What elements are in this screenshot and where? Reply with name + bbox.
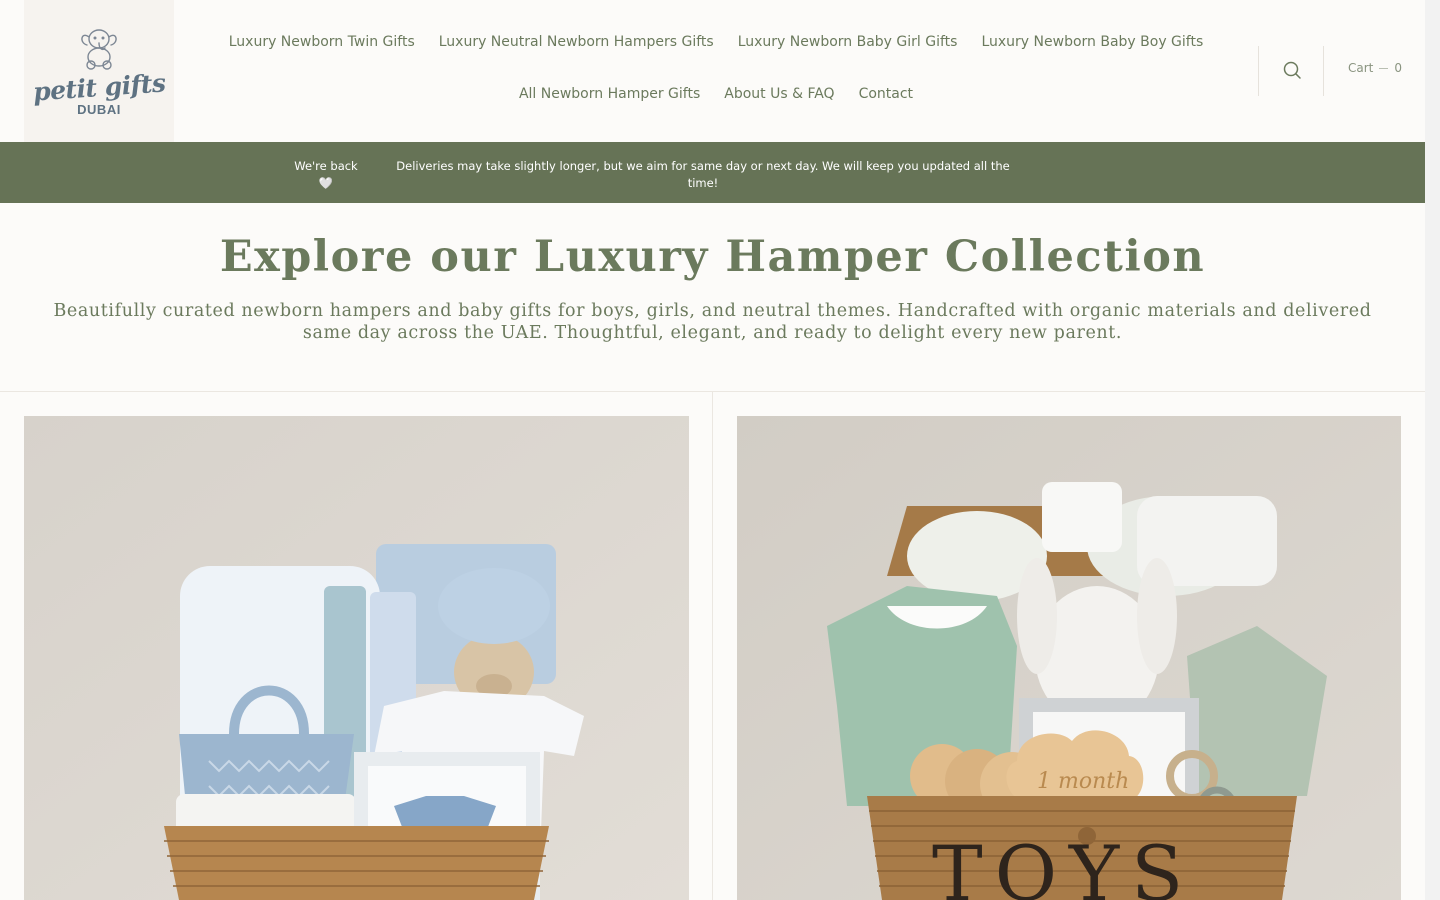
nav-item-twin-gifts[interactable]: Luxury Newborn Twin Gifts [229, 34, 415, 50]
page-scrollbar[interactable] [1425, 0, 1440, 900]
main-navigation: Luxury Newborn Twin Gifts Luxury Neutral… [216, 0, 1216, 142]
grid-divider [712, 391, 713, 900]
announcement-back: We're back 🤍 [286, 158, 366, 192]
cart-link[interactable]: Cart 0 [1348, 61, 1402, 75]
cart-label: Cart [1348, 61, 1374, 75]
page: petit gifts DUBAI Luxury Newborn Twin Gi… [0, 0, 1425, 900]
nav-row-secondary: All Newborn Hamper Gifts About Us & FAQ … [216, 86, 1216, 102]
cart-count: 0 [1394, 61, 1403, 75]
collection-description: Beautifully curated newborn hampers and … [53, 301, 1372, 343]
announcement-back-text: We're back [294, 159, 358, 173]
neutral-mint-hamper-image: 1 month TOYS [737, 416, 1401, 900]
nav-item-contact[interactable]: Contact [859, 86, 913, 102]
cart-separator [1379, 67, 1389, 69]
search-icon [1283, 61, 1301, 79]
basket-toys-lettering: TOYS [932, 829, 1195, 900]
site-header: petit gifts DUBAI Luxury Newborn Twin Gi… [0, 0, 1425, 142]
search-button[interactable] [1280, 58, 1304, 82]
nav-item-all-hampers[interactable]: All Newborn Hamper Gifts [519, 86, 700, 102]
collection-title: Explore our Luxury Hamper Collection [219, 232, 1206, 282]
product-card-neutral-hamper[interactable]: 1 month TOYS [737, 416, 1401, 900]
baby-elephant-icon [81, 29, 117, 70]
blue-baby-boy-hamper-image [24, 416, 689, 900]
product-card-blue-hamper[interactable] [24, 416, 689, 900]
header-divider [1258, 46, 1259, 96]
announcement-bar: We're back 🤍 Deliveries may take slightl… [0, 142, 1425, 203]
nav-item-girl-gifts[interactable]: Luxury Newborn Baby Girl Gifts [738, 34, 958, 50]
nav-item-boy-gifts[interactable]: Luxury Newborn Baby Boy Gifts [981, 34, 1203, 50]
logo-subtitle: DUBAI [77, 102, 121, 117]
site-logo[interactable]: petit gifts DUBAI [24, 0, 174, 142]
announcement-delivery-text: Deliveries may take slightly longer, but… [396, 159, 1010, 190]
nav-item-neutral-hampers[interactable]: Luxury Neutral Newborn Hampers Gifts [439, 34, 714, 50]
milestone-card-text: 1 month [1037, 769, 1129, 794]
logo-wordmark: petit gifts [31, 68, 167, 107]
nav-row-primary: Luxury Newborn Twin Gifts Luxury Neutral… [216, 34, 1216, 50]
heart-icon: 🤍 [318, 176, 334, 190]
header-divider [1323, 46, 1324, 96]
nav-item-about-faq[interactable]: About Us & FAQ [724, 86, 834, 102]
